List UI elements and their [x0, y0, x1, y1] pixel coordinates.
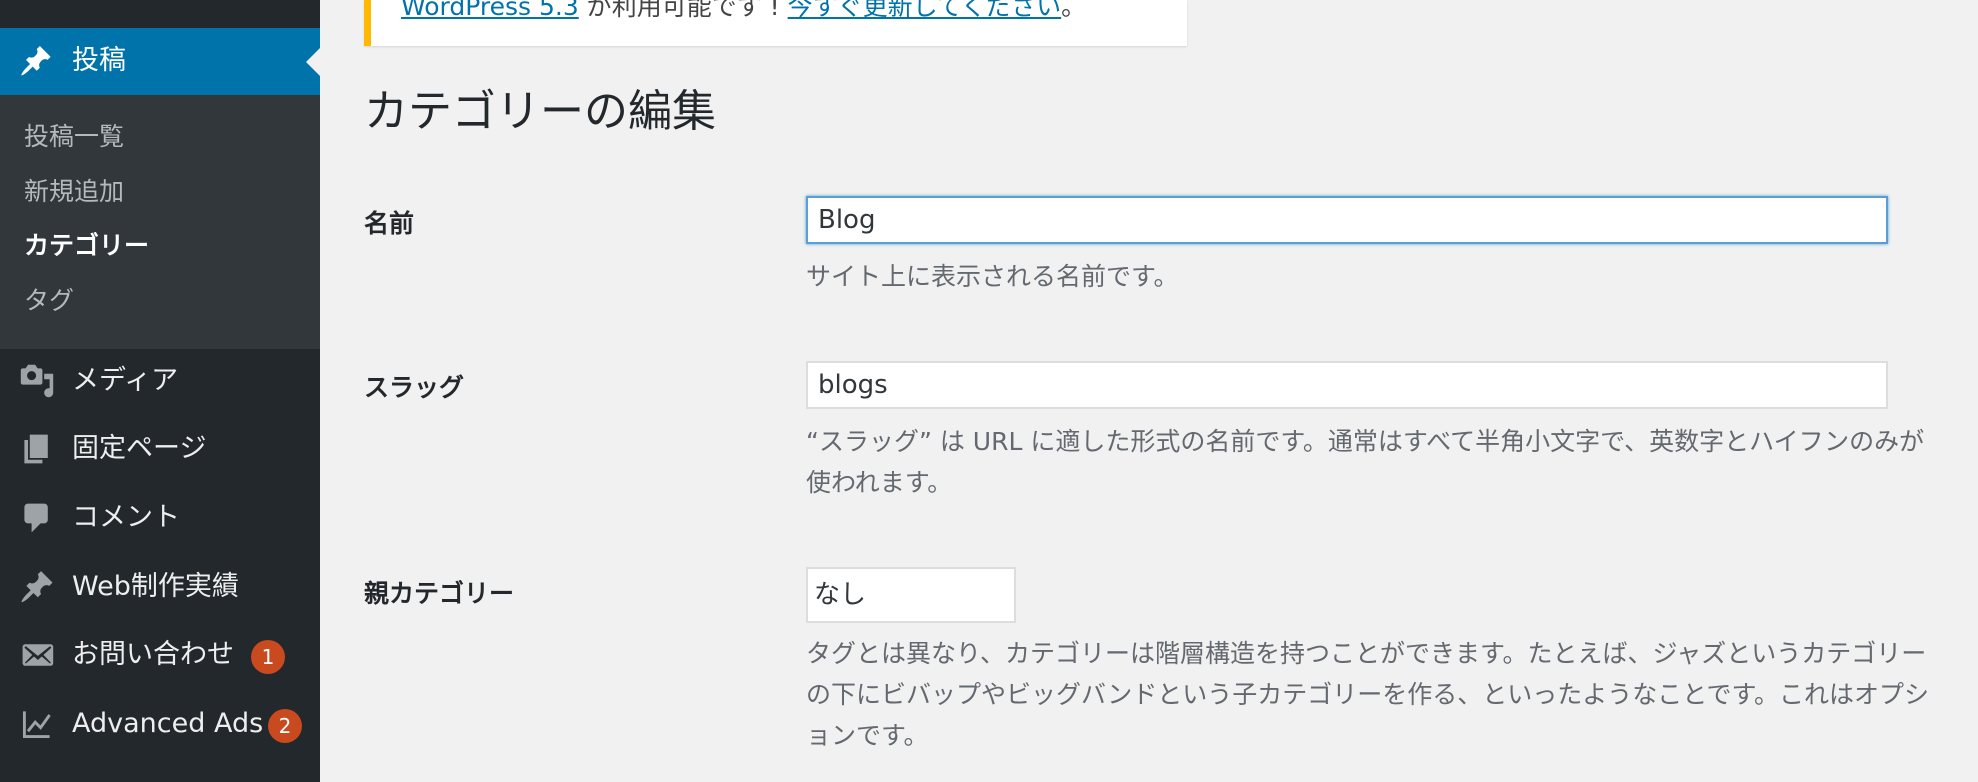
pages-icon [24, 434, 48, 464]
chart-icon [22, 711, 51, 739]
sidebar-item-media[interactable]: メディア [0, 351, 320, 411]
sidebar-top [0, 0, 320, 28]
update-notice: WordPress 5.3 が利用可能です ! 今すぐ更新してください。 [364, 0, 1187, 46]
page-title: カテゴリーの編集 [364, 86, 716, 137]
sidebar-item-pages[interactable]: 固定ページ [0, 419, 320, 479]
parent-category-select[interactable]: なし [806, 567, 1016, 623]
submenu-item-categories[interactable]: カテゴリー [24, 230, 149, 262]
pushpin-icon [21, 571, 53, 603]
update-notice-text: WordPress 5.3 が利用可能です ! 今すぐ更新してください。 [401, 0, 1086, 24]
submenu-item-all-posts[interactable]: 投稿一覧 [24, 121, 124, 153]
notification-badge: 1 [251, 640, 285, 674]
name-label: 名前 [364, 209, 415, 238]
notice-end-text: 。 [1061, 0, 1087, 21]
parent-category-label: 親カテゴリー [364, 579, 515, 608]
parent-category-description: タグとは異なり、カテゴリーは階層構造を持つことができます。たとえば、ジャズという… [806, 639, 1930, 750]
wordpress-version-link[interactable]: WordPress 5.3 [401, 0, 579, 21]
admin-sidebar: 投稿 投稿一覧 新規追加 カテゴリー タグ メディア 固定ページ コメント We… [0, 0, 320, 782]
media-icon [20, 364, 54, 398]
sidebar-item-label: Advanced Ads [72, 708, 264, 739]
notice-middle-text: が利用可能です ! [578, 0, 788, 21]
slug-input[interactable]: blogs [806, 361, 1888, 409]
current-menu-arrow [306, 48, 320, 76]
submenu-item-tags[interactable]: タグ [24, 285, 74, 317]
submenu-item-add-new[interactable]: 新規追加 [24, 176, 124, 208]
sidebar-item-label: Web制作実績 [72, 571, 239, 602]
notification-badge: 2 [268, 709, 302, 743]
slug-description: “スラッグ” は URL に適した形式の名前です。通常はすべて半角小文字で、英数… [806, 427, 1925, 497]
sidebar-item-label: メディア [72, 365, 179, 396]
sidebar-item-advanced-ads[interactable]: Advanced Ads 2 [0, 694, 320, 754]
update-now-link[interactable]: 今すぐ更新してください [788, 0, 1062, 21]
sidebar-item-label: 固定ページ [72, 433, 207, 464]
slug-label: スラッグ [364, 373, 465, 402]
sidebar-item-label: お問い合わせ [72, 639, 234, 670]
sidebar-item-posts[interactable]: 投稿 [0, 28, 320, 95]
name-description: サイト上に表示される名前です。 [806, 262, 1179, 291]
sidebar-item-label: コメント [72, 502, 180, 533]
sidebar-item-works[interactable]: Web制作実績 [0, 557, 320, 617]
comment-icon [24, 503, 48, 533]
name-input[interactable]: Blog [806, 196, 1888, 244]
sidebar-item-comments[interactable]: コメント [0, 488, 320, 548]
sidebar-item-label: 投稿 [72, 45, 126, 76]
sidebar-item-contact[interactable]: お問い合わせ 1 [0, 625, 320, 685]
pushpin-icon [21, 46, 51, 76]
posts-submenu: 投稿一覧 新規追加 カテゴリー タグ [0, 95, 320, 349]
envelope-icon [22, 644, 54, 666]
